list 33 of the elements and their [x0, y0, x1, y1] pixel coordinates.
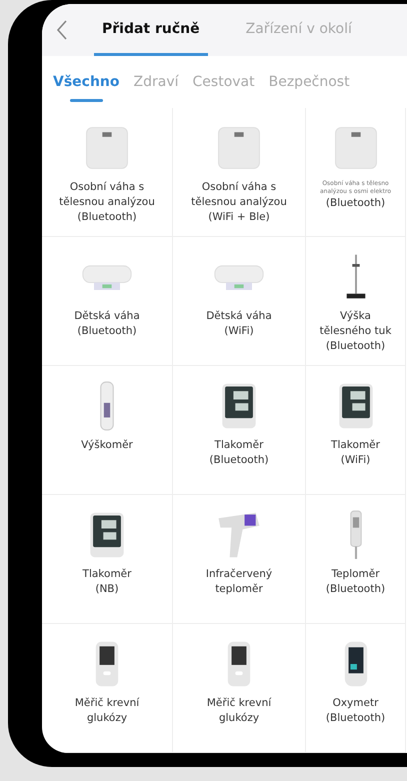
- device-name: Výška tělesného tuk (Bluetooth): [320, 309, 392, 354]
- device-tile[interactable]: Dětská váha (Bluetooth): [42, 237, 173, 366]
- device-tile[interactable]: Měřič krevní glukózy: [173, 624, 306, 753]
- header-tab[interactable]: Přidat ručně: [94, 4, 208, 56]
- device-name: Infračervený teploměr: [206, 567, 272, 597]
- back-icon[interactable]: [56, 20, 68, 40]
- device-name: Dětská váha (Bluetooth): [74, 309, 140, 339]
- device-name: Tlakoměr (NB): [82, 567, 132, 597]
- device-tile[interactable]: Infračervený teploměr: [173, 495, 306, 624]
- device-tile[interactable]: Výškoměr: [42, 366, 173, 495]
- device-name: Dětská váha (WiFi): [206, 309, 272, 339]
- device-tile[interactable]: Tlakoměr (WiFi): [306, 366, 406, 495]
- device-name: Výškoměr: [81, 438, 133, 453]
- device-tile[interactable]: Oxymetr (Bluetooth): [306, 624, 406, 753]
- device-tile[interactable]: Výška tělesného tuk (Bluetooth): [306, 237, 406, 366]
- thermometer-icon: [348, 510, 364, 560]
- category-tab[interactable]: Všechno: [53, 60, 120, 104]
- device-tile[interactable]: Teploměr (Bluetooth): [306, 495, 406, 624]
- device-name: Tlakoměr (Bluetooth): [209, 438, 269, 468]
- device-name: Teploměr (Bluetooth): [326, 567, 386, 597]
- device-name: Oxymetr (Bluetooth): [326, 696, 386, 726]
- device-tile[interactable]: Osobní váha s tělesnou analýzou (WiFi + Ble): [173, 108, 306, 237]
- device-name: Měřič krevní glukózy: [206, 696, 272, 726]
- device-name: Osobní váha s tělesnou analýzou (Bluetooth): [59, 180, 155, 225]
- device-name: Osobní váha s tělesnou analýzou (WiFi + Ble): [191, 180, 287, 225]
- device-name: Tlakoměr (WiFi): [331, 438, 380, 468]
- device-name: Měřič krevní glukózy: [74, 696, 140, 726]
- device-tile[interactable]: Tlakoměr (NB): [42, 495, 173, 624]
- device-tile[interactable]: Dětská váha (WiFi): [173, 237, 306, 366]
- height-meter-icon: [99, 381, 115, 431]
- device-tile[interactable]: Tlakoměr (Bluetooth): [173, 366, 306, 495]
- device-tile[interactable]: Osobní váha s tělesnou analýzou (Bluetooth): [42, 108, 173, 237]
- device-tile[interactable]: Měřič krevní glukózy: [42, 624, 173, 753]
